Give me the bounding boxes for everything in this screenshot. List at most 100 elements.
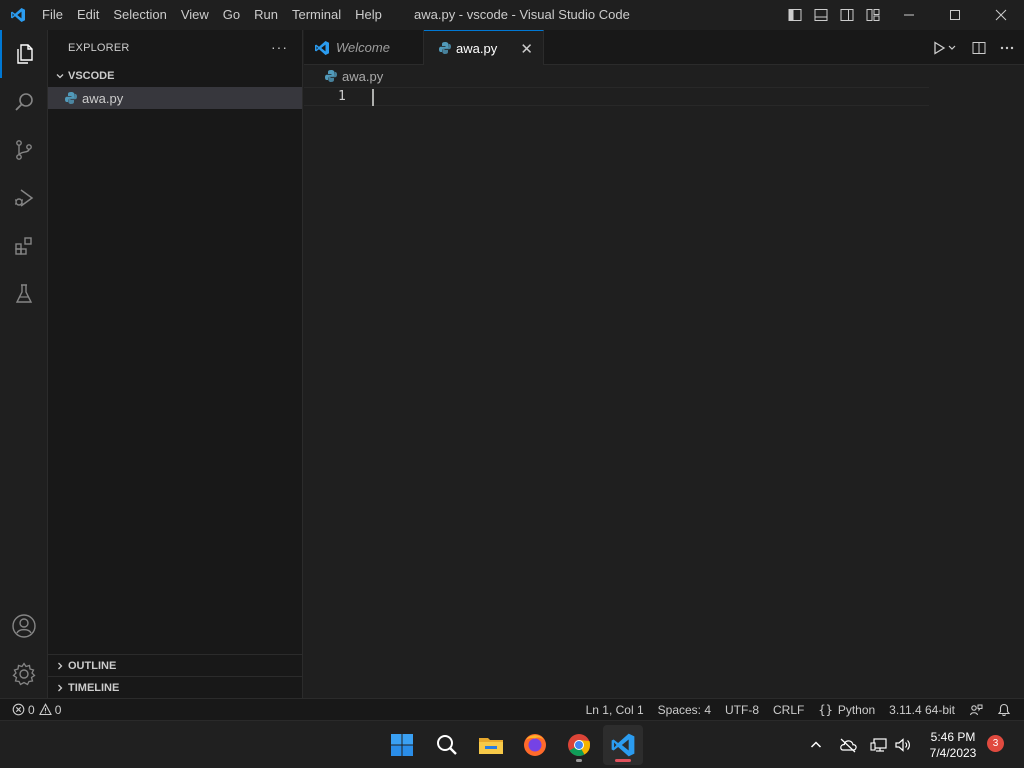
tab-awa-py[interactable]: awa.py ✕ xyxy=(424,30,544,65)
chrome-icon[interactable] xyxy=(559,725,599,765)
more-actions-icon[interactable]: ··· xyxy=(271,39,288,55)
end-of-line[interactable]: CRLF xyxy=(766,699,811,721)
close-tab-icon[interactable]: ✕ xyxy=(520,40,533,58)
python-file-icon xyxy=(324,69,338,83)
onedrive-offline-icon[interactable] xyxy=(836,721,860,768)
explorer-header: EXPLORER ··· xyxy=(48,30,302,65)
window-controls xyxy=(886,0,1024,30)
search-icon[interactable] xyxy=(0,78,48,126)
network-icon[interactable] xyxy=(868,721,890,768)
vscode-taskbar-icon[interactable] xyxy=(603,725,643,765)
extensions-icon[interactable] xyxy=(0,222,48,270)
layout-controls xyxy=(782,0,886,30)
chevron-right-icon xyxy=(52,683,68,693)
file-label: awa.py xyxy=(82,90,124,106)
cursor-position[interactable]: Ln 1, Col 1 xyxy=(579,699,651,721)
file-awa-py[interactable]: awa.py xyxy=(48,87,302,109)
explorer-title: EXPLORER xyxy=(68,41,130,54)
breadcrumb[interactable]: awa.py xyxy=(304,65,1024,87)
windows-start-icon[interactable] xyxy=(382,725,422,765)
indentation[interactable]: Spaces: 4 xyxy=(651,699,718,721)
window-title: awa.py - vscode - Visual Studio Code xyxy=(414,7,630,22)
notifications-bell-icon[interactable] xyxy=(990,699,1018,721)
explorer-icon[interactable] xyxy=(0,30,48,78)
warning-icon xyxy=(38,703,52,716)
folder-label: VSCODE xyxy=(68,70,115,82)
timeline-section[interactable]: TIMELINE xyxy=(48,676,303,698)
toggle-panel-icon[interactable] xyxy=(808,0,834,30)
tab-welcome[interactable]: Welcome xyxy=(304,30,424,65)
run-python-file-icon[interactable] xyxy=(928,30,962,65)
maximize-icon[interactable] xyxy=(932,0,978,30)
current-line-highlight[interactable] xyxy=(304,87,929,106)
outline-section[interactable]: OUTLINE xyxy=(48,654,303,676)
warning-count: 0 xyxy=(54,702,62,717)
system-clock[interactable]: 5:46 PM 7/4/2023 xyxy=(920,729,986,761)
status-right: Ln 1, Col 1 Spaces: 4 UTF-8 CRLF {} Pyth… xyxy=(579,699,1018,721)
tab-label: Welcome xyxy=(336,40,390,55)
editor-area: Welcome awa.py ✕ awa.py 1 xyxy=(304,30,1024,698)
error-count: 0 xyxy=(28,702,35,717)
clock-time: 5:46 PM xyxy=(930,730,976,744)
editor-tabs: Welcome awa.py ✕ xyxy=(304,30,1024,65)
activity-bar xyxy=(0,30,48,698)
file-encoding[interactable]: UTF-8 xyxy=(718,699,766,721)
problems-status[interactable]: 0 0 xyxy=(0,699,61,721)
braces-icon: {} xyxy=(818,703,833,717)
accounts-icon[interactable] xyxy=(0,602,48,650)
menu-go[interactable]: Go xyxy=(216,0,247,30)
python-file-icon xyxy=(438,41,452,55)
vscode-logo-icon xyxy=(0,0,35,30)
breadcrumb-file: awa.py xyxy=(342,68,384,84)
menu-run[interactable]: Run xyxy=(247,0,285,30)
running-indicator xyxy=(576,759,582,762)
tab-label: awa.py xyxy=(456,40,498,56)
timeline-label: TIMELINE xyxy=(68,682,120,694)
show-hidden-icons-chevron-icon[interactable] xyxy=(804,721,828,768)
close-window-icon[interactable] xyxy=(978,0,1024,30)
vscode-logo-icon xyxy=(314,40,330,56)
taskbar-search-icon[interactable] xyxy=(427,725,467,765)
python-file-icon xyxy=(64,91,78,105)
folder-vscode[interactable]: VSCODE xyxy=(48,65,302,87)
feedback-icon[interactable] xyxy=(962,699,990,721)
text-cursor xyxy=(372,89,374,106)
manage-gear-icon[interactable] xyxy=(0,650,48,698)
title-bar: File Edit Selection View Go Run Terminal… xyxy=(0,0,1024,30)
active-indicator xyxy=(615,759,631,762)
menu-view[interactable]: View xyxy=(174,0,216,30)
outline-header: OUTLINE xyxy=(48,655,303,677)
volume-icon[interactable] xyxy=(892,721,914,768)
split-editor-icon[interactable] xyxy=(968,30,990,65)
editor-actions xyxy=(928,30,1024,65)
python-interpreter[interactable]: 3.11.4 64-bit xyxy=(882,699,962,721)
source-control-icon[interactable] xyxy=(0,126,48,174)
minimize-icon[interactable] xyxy=(886,0,932,30)
timeline-header: TIMELINE xyxy=(48,677,303,699)
notification-badge[interactable]: 3 xyxy=(987,735,1004,752)
toggle-primary-sidebar-icon[interactable] xyxy=(782,0,808,30)
menu-selection[interactable]: Selection xyxy=(106,0,173,30)
customize-layout-icon[interactable] xyxy=(860,0,886,30)
chevron-down-icon xyxy=(52,71,68,81)
error-icon xyxy=(12,703,25,716)
menu-terminal[interactable]: Terminal xyxy=(285,0,348,30)
outline-label: OUTLINE xyxy=(68,660,117,672)
firefox-icon[interactable] xyxy=(515,725,555,765)
explorer-sidebar: EXPLORER ··· VSCODE awa.py OUTLINE TIMEL… xyxy=(48,30,303,698)
windows-taskbar: 5:46 PM 7/4/2023 xyxy=(0,720,1024,768)
menu-help[interactable]: Help xyxy=(348,0,389,30)
language-mode[interactable]: {} Python xyxy=(811,699,882,721)
line-number: 1 xyxy=(338,89,346,104)
run-debug-icon[interactable] xyxy=(0,174,48,222)
more-actions-icon[interactable] xyxy=(996,30,1018,65)
toggle-secondary-sidebar-icon[interactable] xyxy=(834,0,860,30)
menu-file[interactable]: File xyxy=(35,0,70,30)
menu-bar: File Edit Selection View Go Run Terminal… xyxy=(35,0,389,30)
status-bar: 0 0 Ln 1, Col 1 Spaces: 4 UTF-8 CRLF {} … xyxy=(0,698,1024,720)
file-explorer-icon[interactable] xyxy=(471,725,511,765)
language-label: Python xyxy=(837,703,876,717)
chevron-right-icon xyxy=(52,661,68,671)
testing-icon[interactable] xyxy=(0,270,48,318)
menu-edit[interactable]: Edit xyxy=(70,0,106,30)
